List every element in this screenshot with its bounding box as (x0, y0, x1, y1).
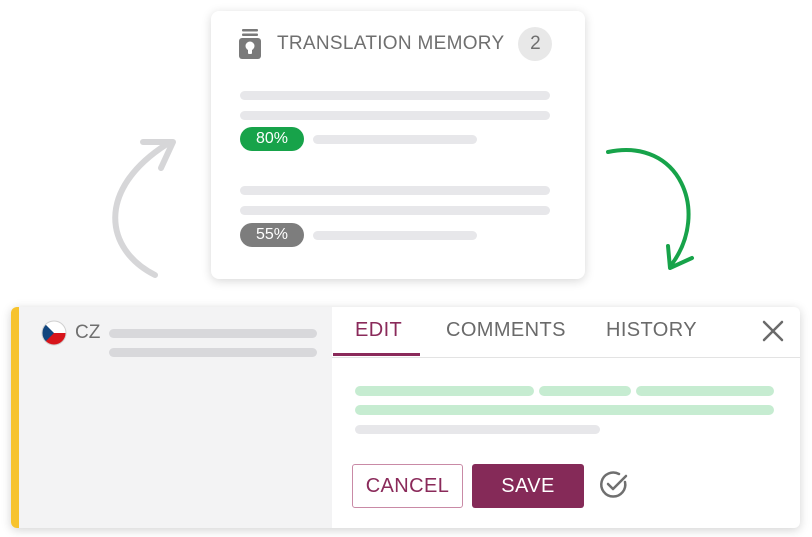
curved-arrow-gray (112, 139, 176, 278)
curved-arrow-green (606, 148, 694, 270)
tm-match-badge[interactable]: 80% (240, 127, 304, 151)
source-pane: CZ (19, 307, 332, 528)
tm-title: TRANSLATION MEMORY (277, 33, 505, 54)
tm-text-placeholder (240, 91, 550, 100)
tm-jar-icon (239, 29, 261, 59)
close-icon[interactable] (760, 318, 786, 344)
suggestion-text-placeholder (539, 386, 631, 396)
tm-match-badge[interactable]: 55% (240, 223, 304, 247)
translation-text-placeholder (355, 425, 600, 434)
save-button[interactable]: SAVE (472, 464, 584, 508)
translation-memory-card: TRANSLATION MEMORY 2 80% 55% (211, 11, 585, 279)
cancel-button[interactable]: CANCEL (352, 464, 463, 508)
tab-edit[interactable]: EDIT (355, 319, 402, 342)
check-circle-icon[interactable] (598, 469, 630, 501)
source-text-placeholder (109, 329, 317, 338)
tm-count-badge: 2 (518, 27, 553, 61)
target-pane: EDIT COMMENTS HISTORY CANCEL SAVE (332, 307, 800, 528)
tm-text-placeholder (313, 135, 477, 144)
language-code: CZ (75, 322, 101, 343)
tab-comments[interactable]: COMMENTS (446, 319, 566, 342)
tm-text-placeholder (313, 231, 477, 240)
tm-text-placeholder (240, 206, 550, 215)
tm-header: TRANSLATION MEMORY 2 (239, 27, 553, 61)
source-text-placeholder (109, 348, 317, 357)
active-tab-indicator (333, 353, 420, 356)
tab-history[interactable]: HISTORY (606, 319, 697, 342)
tm-text-placeholder (240, 111, 550, 120)
editor-tabs: EDIT COMMENTS HISTORY (332, 307, 800, 358)
translation-editor: CZ EDIT COMMENTS HISTORY CANCEL SAVE (11, 307, 800, 528)
status-accent-bar (11, 307, 19, 528)
czech-flag-icon (41, 320, 67, 346)
tm-text-placeholder (240, 186, 550, 195)
suggestion-text-placeholder (355, 386, 534, 396)
suggestion-text-placeholder (636, 386, 774, 396)
suggestion-text-placeholder (355, 405, 774, 415)
